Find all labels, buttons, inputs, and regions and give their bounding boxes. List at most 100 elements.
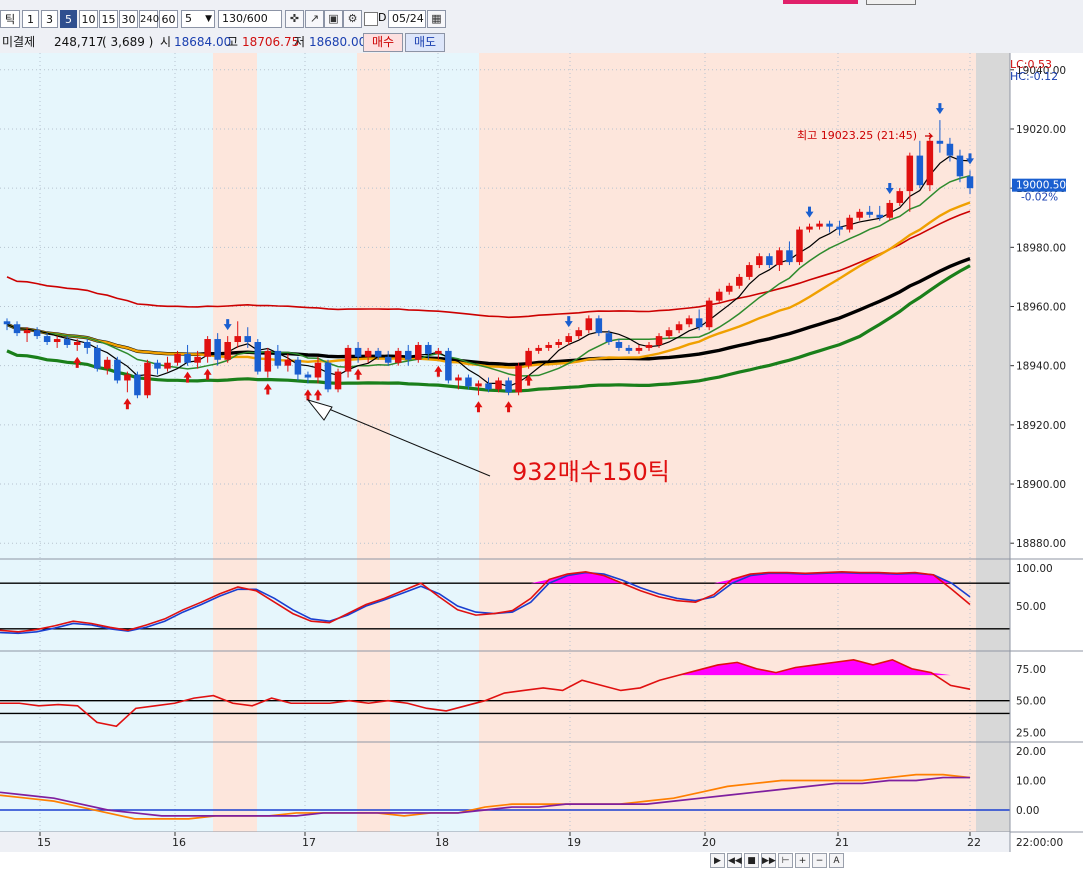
interval-60-button[interactable]: 60 bbox=[159, 10, 178, 28]
top-accent-bar bbox=[783, 0, 858, 4]
candle-body bbox=[936, 140, 944, 144]
current-change-label: -0.02% bbox=[1021, 192, 1058, 204]
date-field[interactable]: 05/24 bbox=[388, 10, 426, 28]
open-value: 18684.00 bbox=[174, 35, 232, 49]
nav-button[interactable]: − bbox=[812, 853, 827, 868]
interval-240-button[interactable]: 240 bbox=[139, 10, 159, 28]
candle-body bbox=[816, 223, 823, 227]
candle-body bbox=[625, 347, 633, 351]
open-interest-change: ( 3,689 ) bbox=[102, 35, 154, 49]
candle-body bbox=[886, 202, 894, 218]
macd-tick-label: 20.00 bbox=[1016, 746, 1046, 758]
nav-button[interactable]: ■ bbox=[744, 853, 759, 868]
candle-body bbox=[465, 377, 472, 387]
candle-body bbox=[645, 344, 653, 348]
x-tick-label: 15 bbox=[37, 836, 51, 849]
nav-button[interactable]: ⊢ bbox=[778, 853, 793, 868]
candle-body bbox=[736, 276, 743, 286]
candle-body bbox=[836, 226, 843, 230]
chart-area[interactable]: 932매수150틱최고 19023.25 (21:45) 19040.00190… bbox=[0, 53, 1083, 852]
save-icon[interactable]: ▣ bbox=[324, 10, 343, 28]
session-band bbox=[213, 53, 257, 832]
calendar-icon[interactable]: ▦ bbox=[427, 10, 446, 28]
buy-button[interactable]: 매수 bbox=[363, 33, 403, 52]
count-value: 130 bbox=[222, 12, 243, 25]
tick-button[interactable]: 틱 bbox=[0, 10, 20, 28]
session-band bbox=[0, 53, 213, 832]
candle-body bbox=[394, 350, 402, 363]
x-tick-label: 17 bbox=[302, 836, 316, 849]
candle-body bbox=[715, 291, 723, 301]
open-interest-value: 248,717 bbox=[54, 35, 104, 49]
y-tick-label: 18960.00 bbox=[1016, 302, 1066, 314]
open-label: 시 bbox=[160, 35, 172, 49]
interval-3-button[interactable]: 3 bbox=[41, 10, 58, 28]
candle-body bbox=[856, 211, 863, 218]
x-tick-label: 18 bbox=[435, 836, 449, 849]
chevron-down-icon: ▼ bbox=[205, 14, 212, 24]
nav-button[interactable]: ▶ bbox=[710, 853, 725, 868]
candle-body bbox=[806, 226, 813, 230]
session-band bbox=[357, 53, 390, 832]
high-value: 18706.75 bbox=[242, 35, 300, 49]
nav-button[interactable]: ◀◀ bbox=[727, 853, 742, 868]
line-tool-icon[interactable]: ↗ bbox=[305, 10, 324, 28]
candle-body bbox=[254, 342, 262, 372]
d-checkbox[interactable] bbox=[364, 12, 378, 26]
sell-button[interactable]: 매도 bbox=[405, 33, 445, 52]
count-field[interactable]: 130/600 bbox=[218, 10, 282, 28]
x-tick-label: 22 bbox=[967, 836, 981, 849]
interval-30-button[interactable]: 30 bbox=[119, 10, 138, 28]
x-tick-label: 21 bbox=[835, 836, 849, 849]
candle-body bbox=[695, 318, 703, 328]
candle-body bbox=[896, 191, 904, 203]
candle-body bbox=[655, 336, 663, 345]
candle-body bbox=[63, 339, 71, 345]
candle-body bbox=[605, 333, 613, 343]
low-label: 저 bbox=[294, 35, 306, 49]
interval-15-button[interactable]: 15 bbox=[99, 10, 118, 28]
candle-body bbox=[274, 350, 282, 366]
candle-body bbox=[164, 362, 171, 369]
interval-1-button[interactable]: 1 bbox=[22, 10, 39, 28]
count-total: /600 bbox=[243, 12, 268, 25]
y-tick-label: 18900.00 bbox=[1016, 479, 1066, 491]
top-tab[interactable] bbox=[866, 0, 916, 5]
candle-body bbox=[425, 344, 432, 354]
d-label: D bbox=[378, 11, 387, 24]
high-label: 고 bbox=[227, 35, 239, 49]
candle-body bbox=[846, 217, 853, 230]
rsi-tick-label: 50.00 bbox=[1016, 696, 1046, 708]
candle-body bbox=[615, 342, 623, 348]
hc-label: HC:-0.12 bbox=[1010, 70, 1058, 83]
nav-button[interactable]: + bbox=[795, 853, 810, 868]
candle-body bbox=[53, 339, 61, 343]
candle-body bbox=[294, 359, 302, 375]
candle-body bbox=[264, 350, 272, 372]
interval-5-button[interactable]: 5 bbox=[60, 10, 77, 28]
session-band bbox=[257, 53, 357, 832]
x-tick-label: 19 bbox=[567, 836, 581, 849]
candle-body bbox=[545, 344, 552, 348]
candle-body bbox=[475, 383, 482, 387]
candle-body bbox=[364, 350, 372, 357]
candle-body bbox=[314, 362, 322, 378]
candle-body bbox=[776, 250, 783, 266]
chart-navigation: ▶ ◀◀ ■ ▶▶ ⊢ + − A bbox=[700, 852, 1083, 870]
period-select[interactable]: 5 ▼ bbox=[181, 10, 215, 28]
interval-10-button[interactable]: 10 bbox=[79, 10, 98, 28]
x-axis-panel bbox=[0, 832, 1010, 852]
candle-body bbox=[334, 371, 342, 390]
gear-icon[interactable]: ⚙ bbox=[343, 10, 362, 28]
candle-body bbox=[766, 256, 773, 266]
nav-button[interactable]: A bbox=[829, 853, 844, 868]
crosshair-icon[interactable]: ✜ bbox=[285, 10, 304, 28]
candle-body bbox=[43, 336, 51, 343]
candle-body bbox=[154, 362, 161, 369]
candle-body bbox=[435, 350, 442, 354]
open-interest-label: 미결제 bbox=[2, 35, 36, 49]
candle-body bbox=[445, 350, 452, 381]
candle-body bbox=[134, 374, 141, 396]
nav-button[interactable]: ▶▶ bbox=[761, 853, 776, 868]
y-tick-label: 18980.00 bbox=[1016, 242, 1066, 254]
